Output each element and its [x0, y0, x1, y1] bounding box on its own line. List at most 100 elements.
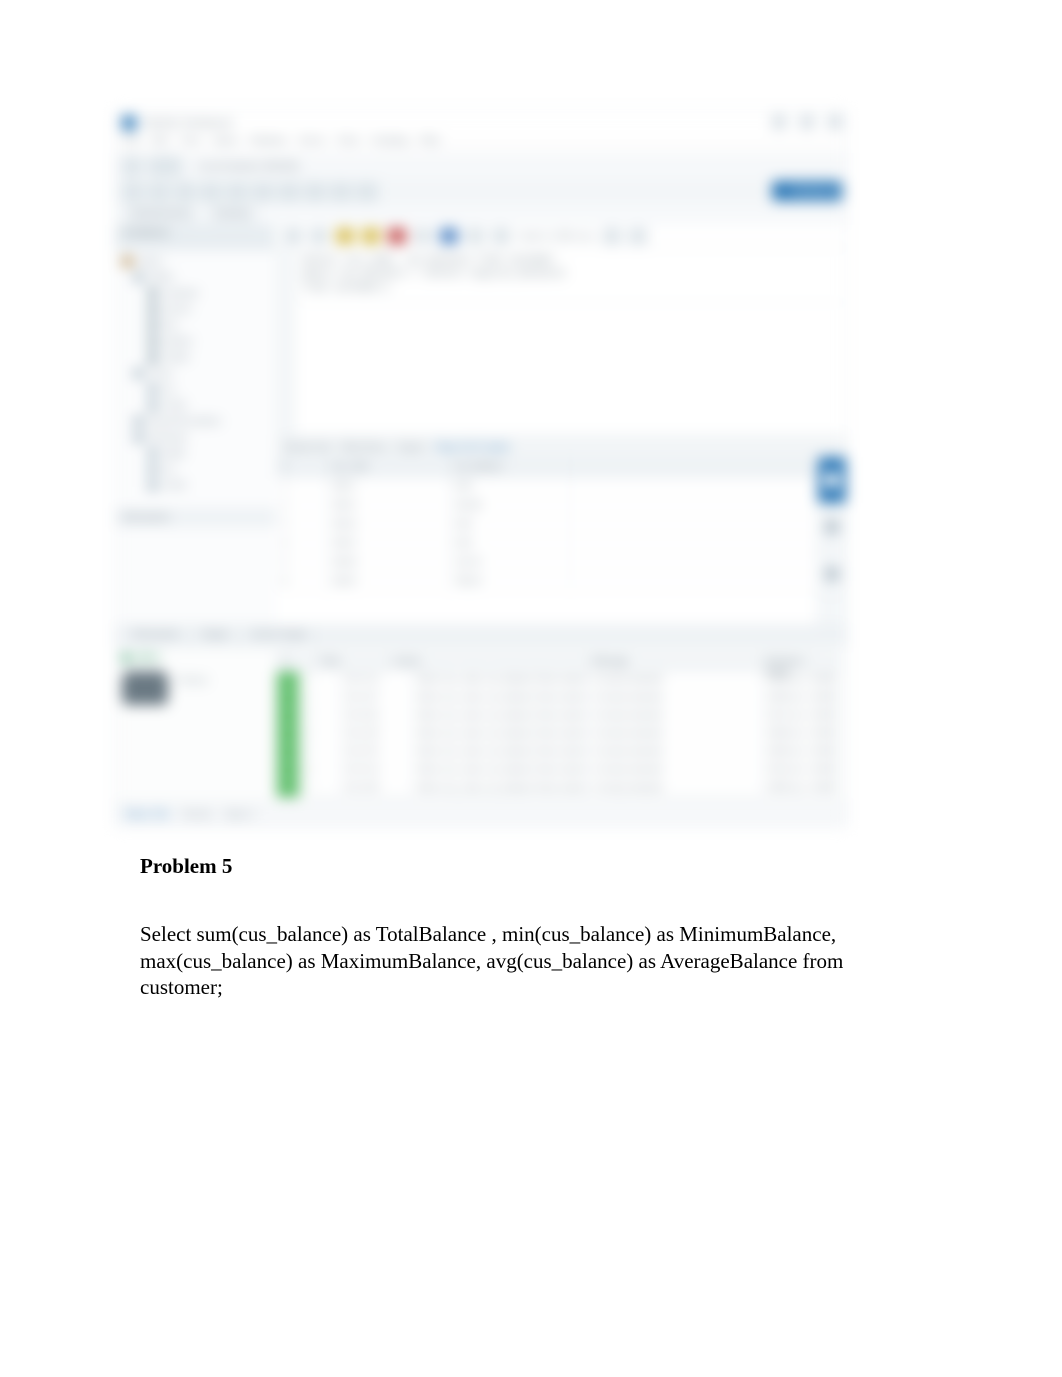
- query-line[interactable]: from customer);: [286, 282, 836, 293]
- menubar[interactable]: File Edit View Query Database Server Too…: [116, 135, 846, 154]
- wrap-cell-label[interactable]: Wrap Cell Content: [435, 442, 510, 453]
- tree-group[interactable]: Tables: [148, 272, 174, 283]
- tree-group[interactable]: Stored Procedures: [148, 416, 221, 427]
- out-col-action[interactable]: Action: [387, 653, 587, 671]
- tree-item[interactable]: sys: [162, 384, 175, 395]
- menu-item[interactable]: Database: [250, 135, 287, 153]
- grid-icon: [825, 473, 839, 487]
- out-col-time[interactable]: Time: [314, 653, 387, 671]
- tree-item[interactable]: line: [162, 320, 177, 331]
- query-line[interactable]: where cus_balance > (Select avg(cus_bala…: [286, 268, 836, 279]
- minimize-icon[interactable]: [772, 115, 786, 129]
- menu-item[interactable]: View: [180, 135, 201, 153]
- tab-schemas[interactable]: Schemas: [207, 205, 259, 225]
- schema-tree[interactable]: saleco Tables customer invoice line prod…: [116, 250, 276, 502]
- toggle-side-icon[interactable]: [356, 182, 378, 202]
- table-row[interactable]: 3100140.00: [276, 516, 816, 535]
- redo-icon[interactable]: [226, 182, 248, 202]
- close-icon[interactable]: [828, 115, 842, 129]
- status-session[interactable]: Session: [182, 809, 213, 820]
- menu-item[interactable]: Server: [299, 135, 325, 153]
- output-row[interactable]: 510:12:55Select cus_code, cus_balance fr…: [277, 744, 837, 762]
- menu-item[interactable]: File: [124, 135, 140, 153]
- menu-item[interactable]: Query: [213, 135, 238, 153]
- undo-icon[interactable]: [200, 182, 222, 202]
- output-row[interactable]: 210:11:47Select cus_code, cus_balance fr…: [277, 690, 837, 708]
- output-row[interactable]: 410:12:29Select cus_code, cus_balance fr…: [277, 726, 837, 744]
- table-row[interactable]: 210012345.86: [276, 497, 816, 516]
- tree-item[interactable]: invoice: [162, 304, 191, 315]
- autocommit-icon[interactable]: [492, 228, 510, 244]
- maximize-icon[interactable]: [800, 115, 814, 129]
- menu-item[interactable]: Tools: [337, 135, 359, 153]
- table-row[interactable]: 610019768.93: [276, 573, 816, 592]
- tree-item[interactable]: sys: [162, 464, 175, 475]
- search-icon[interactable]: [252, 182, 274, 202]
- table-row[interactable]: 1100110.00: [276, 478, 816, 497]
- rollback-icon[interactable]: [466, 228, 484, 244]
- tree-group[interactable]: Functions: [148, 432, 187, 443]
- save-icon[interactable]: [174, 182, 196, 202]
- status-object-info[interactable]: Object Info: [124, 809, 170, 820]
- tree-item[interactable]: product: [162, 336, 193, 347]
- output-row[interactable]: 110:11:23Select cus_code, cus_balance fr…: [277, 672, 837, 690]
- beautify-icon[interactable]: [278, 182, 300, 202]
- table-icon: [148, 321, 157, 330]
- tree-root[interactable]: saleco: [138, 256, 163, 267]
- table-row[interactable]: 510018216.55: [276, 554, 816, 573]
- out-col-msg[interactable]: Message: [587, 653, 760, 671]
- toggle-output-icon[interactable]: [330, 182, 352, 202]
- find-icon[interactable]: [629, 228, 647, 244]
- tab-administration[interactable]: Administration: [122, 205, 199, 225]
- save-file-icon[interactable]: [310, 228, 328, 244]
- col-header[interactable]: cus_code: [325, 457, 448, 477]
- toggle-panel-icon[interactable]: [304, 182, 326, 202]
- open-file-icon[interactable]: [284, 228, 302, 244]
- commit-icon[interactable]: [440, 228, 458, 244]
- output-panel: Information Output Action Output saleco …: [116, 625, 846, 802]
- dock-tab-form-editor[interactable]: [818, 504, 846, 551]
- tree-item[interactable]: vendor: [162, 352, 190, 363]
- menu-item[interactable]: Help: [420, 135, 439, 153]
- success-icon: [277, 762, 300, 779]
- connection-tab[interactable]: [148, 156, 182, 176]
- tree-item[interactable]: world: [162, 480, 185, 491]
- explain-icon[interactable]: [414, 228, 432, 244]
- btab-info[interactable]: Information: [122, 626, 191, 646]
- success-icon: [277, 672, 300, 689]
- col-header[interactable]: #: [276, 457, 325, 477]
- btab-action[interactable]: Action Output: [240, 626, 319, 646]
- tree-group[interactable]: Views: [148, 368, 173, 379]
- output-row[interactable]: 710:13:30Select cus_code, cus_balance fr…: [277, 780, 837, 798]
- query-editor[interactable]: Select cus_code, cus_balance from custom…: [276, 248, 846, 303]
- query-line[interactable]: Select cus_code, cus_balance from custom…: [286, 254, 836, 265]
- export-label[interactable]: Export: [397, 442, 424, 453]
- cell: 0.00: [448, 516, 571, 534]
- result-grid[interactable]: # cus_code cus_balance 1100110.00 210012…: [276, 457, 816, 626]
- new-sql-icon[interactable]: [122, 182, 144, 202]
- out-col-idx[interactable]: #: [277, 653, 314, 671]
- home-icon[interactable]: [122, 156, 142, 176]
- btab-output[interactable]: Output: [191, 626, 240, 646]
- out-col-dur[interactable]: Duration / Fetch: [760, 653, 837, 671]
- table-row[interactable]: 4100150.00: [276, 535, 816, 554]
- stop-icon[interactable]: [388, 228, 406, 244]
- limit-label[interactable]: Limit to 1000 rows: [518, 231, 595, 242]
- execute-icon[interactable]: [336, 228, 354, 244]
- tree-item[interactable]: world: [162, 400, 185, 411]
- tree-item[interactable]: sakila: [162, 448, 185, 459]
- menu-item[interactable]: Edit: [152, 135, 169, 153]
- col-header[interactable]: cus_balance: [448, 457, 571, 477]
- workbench-button[interactable]: Workbench: [772, 181, 842, 201]
- open-sql-icon[interactable]: [148, 182, 170, 202]
- dock-tab-field-types[interactable]: [818, 551, 846, 598]
- output-row[interactable]: 310:12:03Select cus_code, cus_balance fr…: [277, 708, 837, 726]
- menu-item[interactable]: Scripting: [371, 135, 408, 153]
- beautify-sql-icon[interactable]: [603, 228, 621, 244]
- output-row[interactable]: 610:13:14Select cus_code, cus_balance fr…: [277, 762, 837, 780]
- action-output-grid[interactable]: # Time Action Message Duration / Fetch 1…: [276, 652, 838, 796]
- tree-item[interactable]: customer: [162, 288, 199, 299]
- dock-tab-result-grid[interactable]: [818, 457, 846, 504]
- execute-current-icon[interactable]: [362, 228, 380, 244]
- filter-rows-label[interactable]: Filter Rows: [340, 442, 387, 453]
